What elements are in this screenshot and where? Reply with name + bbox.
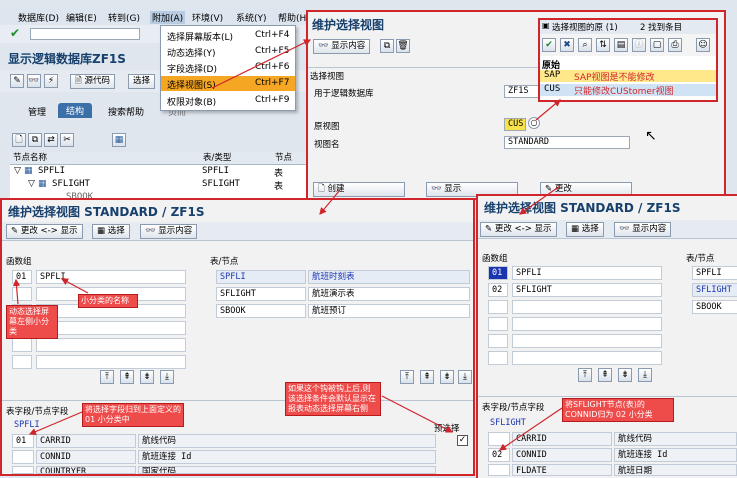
arrow-create-to-left [319, 189, 341, 215]
annotation-arrows [12, 39, 563, 451]
arrow-cat-note [60, 278, 89, 294]
arrow-checkbox-note [381, 395, 454, 433]
arrow-menu-to-dialog [211, 39, 312, 89]
arrow-search-to-popup [535, 99, 561, 121]
arrow-dyn-note [12, 278, 21, 305]
arrow-change-to-right [519, 185, 561, 215]
arrow-sflight-note [499, 407, 563, 451]
arrow-field-note [28, 411, 83, 435]
